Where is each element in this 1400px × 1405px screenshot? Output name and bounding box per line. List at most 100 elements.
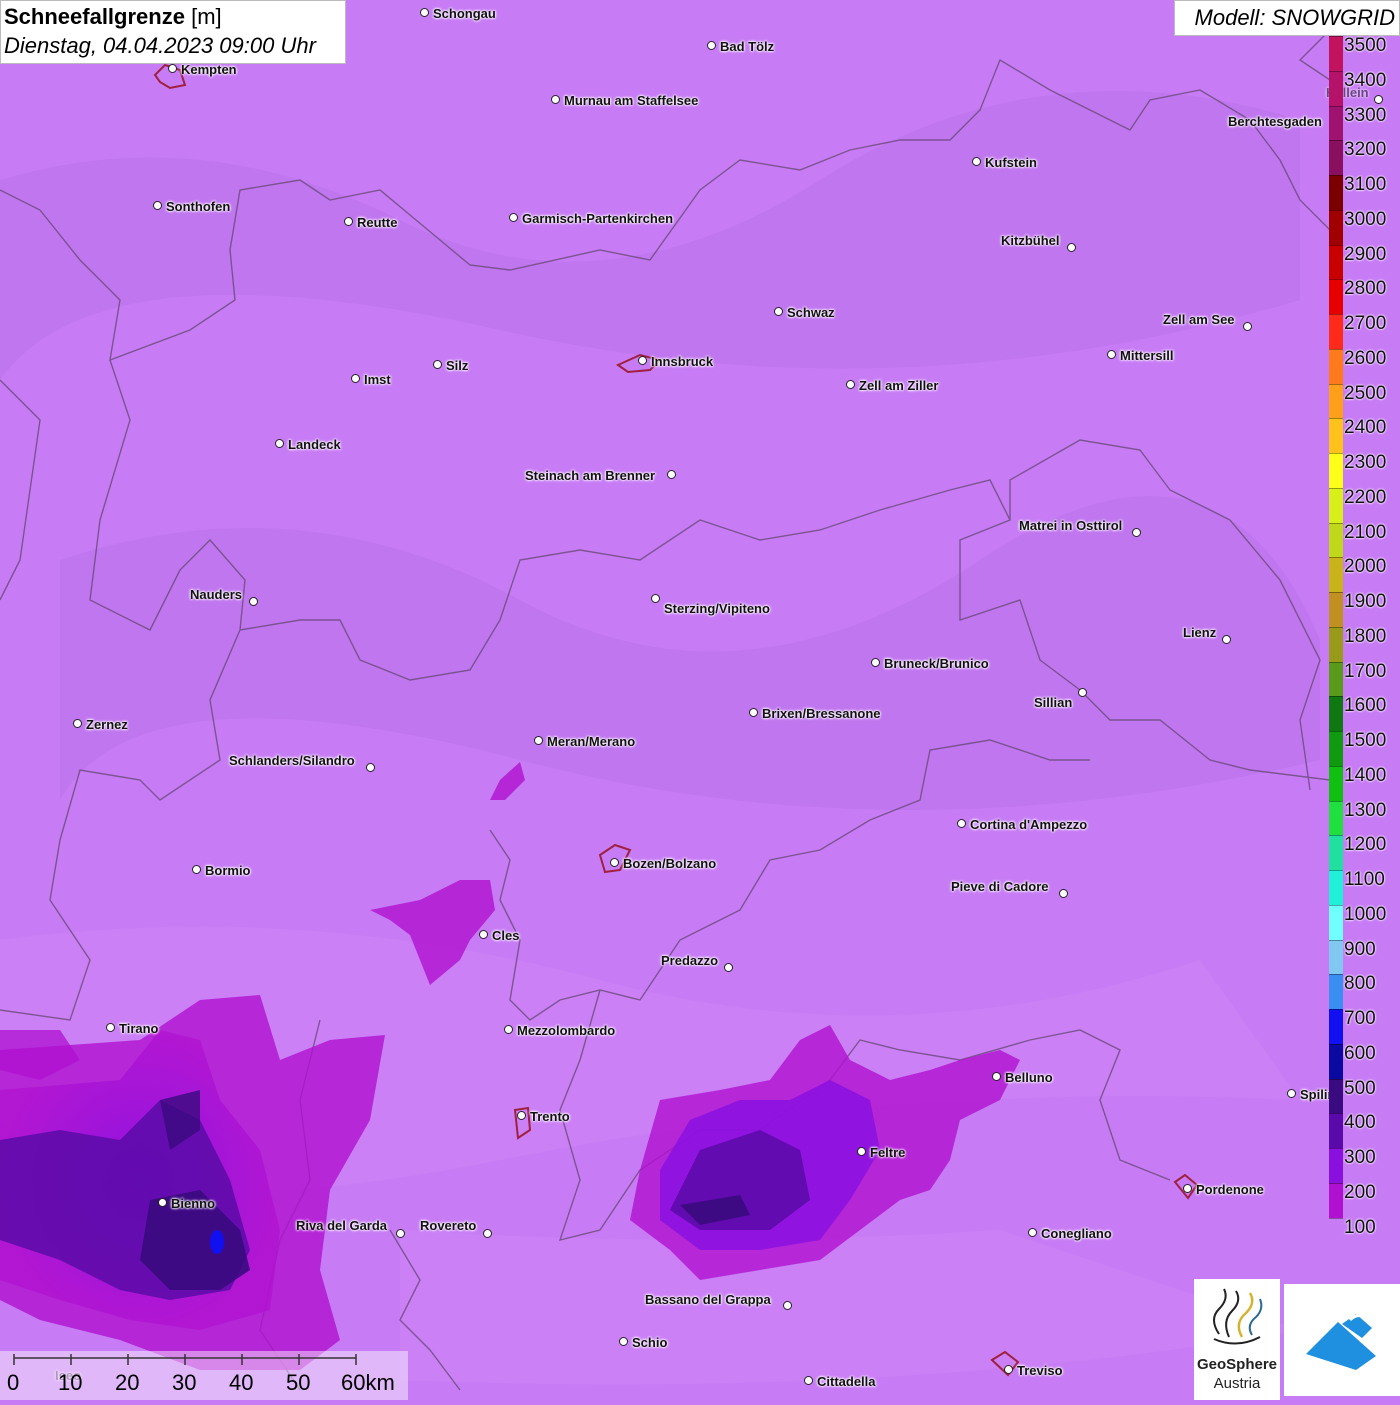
legend-swatch [1329,626,1343,662]
legend-value: 100 [1344,1216,1376,1238]
color-legend [1329,36,1343,1253]
legend-swatch [1329,175,1343,210]
city-label: Treviso [1017,1363,1063,1378]
city-label: Nauders [190,587,243,602]
scale-label: 20 [115,1370,140,1395]
city-marker [846,380,855,389]
logo-name: GeoSphere [1196,1356,1278,1373]
legend-swatch [1329,383,1343,419]
model-name: Modell: SNOWGRID [1194,5,1395,30]
city-label: Riva del Garda [296,1218,388,1233]
legend-value: 800 [1344,973,1376,995]
legend-swatch [1329,731,1343,766]
city-marker [783,1301,792,1310]
legend-value: 1000 [1344,903,1387,925]
legend-swatch [1329,835,1343,870]
city-label: Rovereto [420,1218,477,1233]
legend-swatch [1329,939,1343,975]
logo-sub: Austria [1213,1375,1261,1392]
legend-value: 500 [1344,1077,1376,1099]
city-marker [724,963,733,972]
city-marker [509,213,518,222]
city-marker [351,374,360,383]
legend-swatch [1329,244,1343,280]
city-label: Conegliano [1041,1226,1112,1241]
legend-value: 2900 [1344,243,1387,265]
city-label: Pieve di Cadore [951,879,1049,894]
legend-value: 2000 [1344,556,1387,578]
legend-value: 400 [1344,1112,1376,1134]
city-marker [610,858,619,867]
city-marker [651,594,660,603]
city-marker [396,1229,405,1238]
city-label: Matrei in Osttirol [1019,518,1123,533]
legend-swatch [1329,105,1343,141]
legend-swatch [1329,557,1343,592]
title-panel: Schneefallgrenze [m] Dienstag, 04.04.202… [0,0,346,64]
legend-value: 3200 [1344,139,1387,161]
city-marker [749,708,758,717]
city-marker [1183,1184,1192,1193]
legend-swatch [1329,487,1343,523]
legend-swatch [1329,36,1343,71]
legend-swatch [1329,522,1343,558]
legend-value: 2400 [1344,417,1387,439]
legend-swatch [1329,800,1343,836]
city-label: Bozen/Bolzano [623,856,717,871]
legend-value: 3400 [1344,69,1387,91]
city-label: Schongau [433,6,496,21]
legend-swatch [1329,696,1343,731]
weather-app-logo[interactable] [1284,1284,1400,1396]
legend-swatch [1329,418,1343,453]
city-marker [106,1023,115,1032]
city-label: Pordenone [1196,1182,1264,1197]
city-label: Mezzolombardo [517,1023,616,1038]
legend-value: 300 [1344,1147,1376,1168]
city-marker [504,1025,513,1034]
city-marker [153,201,162,210]
legend-value: 1100 [1344,869,1385,890]
legend-swatch [1329,70,1343,106]
legend-value: 2200 [1344,486,1387,508]
city-marker [1067,243,1076,252]
legend-value: 700 [1344,1008,1376,1029]
city-marker [249,597,258,606]
city-label: Berchtesgaden [1228,114,1322,129]
legend-swatch [1329,140,1343,175]
legend-value: 1900 [1344,591,1387,612]
map-title: Schneefallgrenze [m] [4,4,222,30]
city-marker [366,763,375,772]
city-label: Tirano [119,1021,159,1036]
legend-swatch [1329,1009,1343,1044]
city-marker [957,819,966,828]
city-label: Sonthofen [166,199,231,214]
legend-swatch [1329,314,1343,349]
forecast-datetime: Dienstag, 04.04.2023 09:00 Uhr [4,33,316,58]
legend-swatch [1329,1217,1343,1253]
city-label: Zernez [86,717,128,732]
geosphere-emblem-icon [1213,1288,1263,1345]
city-marker [1107,350,1116,359]
legend-value: 2700 [1344,313,1387,334]
legend-swatch [1329,765,1343,801]
city-label: Bad Tölz [720,39,775,54]
legend-swatch [1329,1113,1343,1148]
city-marker [1243,322,1252,331]
city-label: Bruneck/Brunico [884,656,989,671]
city-label: Murnau am Staffelsee [564,93,699,108]
city-marker [857,1147,866,1156]
legend-value: 2100 [1344,521,1387,543]
city-label: Zell am See [1163,312,1235,327]
city-label: Landeck [288,437,341,452]
city-marker [1078,688,1087,697]
legend-swatch [1329,453,1343,488]
legend-value: 2600 [1344,347,1387,369]
legend-swatch [1329,209,1343,245]
city-marker [73,719,82,728]
geosphere-logo[interactable]: GeoSphere Austria [1194,1279,1280,1400]
city-marker [433,360,442,369]
legend-swatch [1329,904,1343,940]
city-label: Zell am Ziller [859,378,939,393]
legend-value: 1200 [1344,834,1387,856]
legend-swatch [1329,1043,1343,1079]
